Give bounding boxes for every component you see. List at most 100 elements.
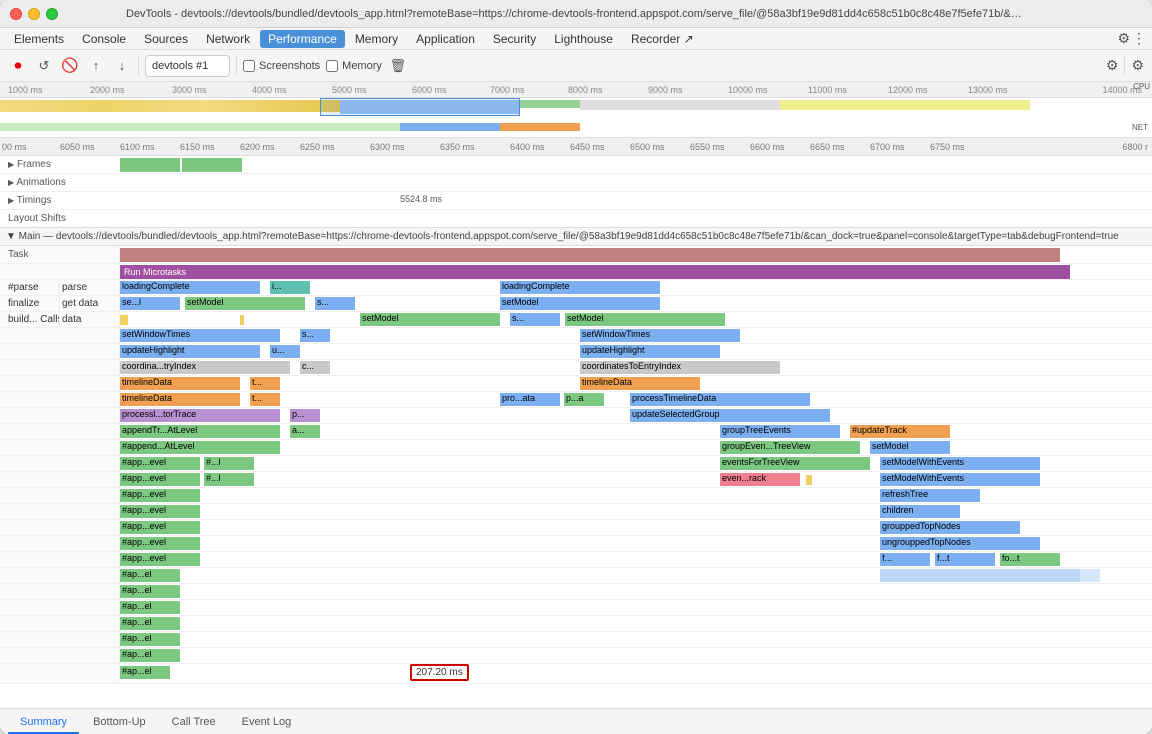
seg-pa[interactable]: p...a <box>564 393 604 406</box>
seg-apel3-1[interactable]: #ap...el <box>120 601 180 614</box>
menu-memory[interactable]: Memory <box>347 30 406 48</box>
seg-apel4-1[interactable]: #ap...el <box>120 617 180 630</box>
task-bar[interactable] <box>120 248 1060 262</box>
seg-ft[interactable]: f...t <box>935 553 995 566</box>
seg-ci-1[interactable]: coordina...tryIndex <box>120 361 290 374</box>
menu-console[interactable]: Console <box>74 30 134 48</box>
seg-t2[interactable]: t... <box>250 393 280 406</box>
seg-loadingcomplete-2[interactable]: loadingComplete <box>500 281 660 294</box>
seg-usg[interactable]: updateSelectedGroup <box>630 409 830 422</box>
seg-setmodel-2[interactable]: setModel <box>500 297 660 310</box>
seg-td1-1[interactable]: timelineData <box>120 377 240 390</box>
seg-ci-2[interactable]: coordinatesToEntryIndex <box>580 361 780 374</box>
seg-loadingcomplete-1[interactable]: loadingComplete <box>120 281 260 294</box>
memory-checkbox[interactable] <box>326 60 338 72</box>
settings-icon[interactable]: ⚙ <box>1117 30 1130 47</box>
seg-s2[interactable]: s... <box>510 313 560 326</box>
memory-checkbox-label[interactable]: Memory <box>326 60 382 72</box>
overview-chart[interactable]: NET <box>0 98 1152 138</box>
run-microtasks-bar[interactable]: Run Microtasks <box>120 265 1070 279</box>
seg-ptd[interactable]: processTimelineData <box>630 393 810 406</box>
download-button[interactable]: ↓ <box>112 56 132 76</box>
seg-swt-1[interactable]: setWindowTimes <box>120 329 280 342</box>
seg-hl1[interactable]: #...l <box>204 457 254 470</box>
upload-button[interactable]: ↑ <box>86 56 106 76</box>
seg-c1[interactable]: c... <box>300 361 330 374</box>
seg-s1[interactable]: s... <box>315 297 355 310</box>
seg-ae6-1[interactable]: #app...evel <box>120 537 200 550</box>
maximize-button[interactable] <box>46 8 58 20</box>
animations-label[interactable]: ▶ Animations <box>0 177 120 188</box>
screenshots-checkbox[interactable] <box>243 60 255 72</box>
seg-uh-2[interactable]: updateHighlight <box>580 345 720 358</box>
seg-rt[interactable]: refreshTree <box>880 489 980 502</box>
trash-button[interactable]: 🗑 <box>388 56 408 76</box>
seg-apel6-1[interactable]: #ap...el <box>120 649 180 662</box>
seg-fot-1[interactable]: #app...evel <box>120 553 200 566</box>
tab-selector[interactable]: devtools #1 <box>145 55 230 77</box>
seg-ut[interactable]: #updateTrack <box>850 425 950 438</box>
tab-call-tree[interactable]: Call Tree <box>160 712 228 734</box>
close-button[interactable] <box>10 8 22 20</box>
seg-ae2-1[interactable]: #app...evel <box>120 473 200 486</box>
seg-sel[interactable]: se...l <box>120 297 180 310</box>
menu-performance[interactable]: Performance <box>260 30 345 48</box>
seg-fo[interactable]: fo...t <box>1000 553 1060 566</box>
seg-eftv[interactable]: eventsForTreeView <box>720 457 870 470</box>
menu-network[interactable]: Network <box>198 30 258 48</box>
flame-chart-scroll[interactable]: #parse parse loadingComplete i... loadin… <box>0 280 1152 708</box>
seg-td1-2[interactable]: timelineData <box>580 377 700 390</box>
seg-getv[interactable]: groupEven...TreeView <box>720 441 860 454</box>
seg-smwe2[interactable]: setModelWithEvents <box>880 473 1040 486</box>
seg-ae4-1[interactable]: #app...evel <box>120 505 200 518</box>
tab-summary[interactable]: Summary <box>8 712 79 734</box>
seg-hl2[interactable]: #...l <box>204 473 254 486</box>
settings-icon2[interactable]: ⚙ <box>1131 57 1144 74</box>
seg-td2-1[interactable]: timelineData <box>120 393 240 406</box>
seg-p1[interactable]: p... <box>290 409 320 422</box>
more-options-icon[interactable]: ⋮ <box>1132 30 1146 47</box>
seg-uh-1[interactable]: updateHighlight <box>120 345 260 358</box>
seg-swt-2[interactable]: setWindowTimes <box>580 329 740 342</box>
refresh-button[interactable]: ↺ <box>34 56 54 76</box>
tab-bottom-up[interactable]: Bottom-Up <box>81 712 158 734</box>
screenshots-checkbox-label[interactable]: Screenshots <box>243 60 320 72</box>
seg-sm1[interactable]: setModel <box>870 441 950 454</box>
seg-apel5-1[interactable]: #ap...el <box>120 633 180 646</box>
tab-event-log[interactable]: Event Log <box>230 712 304 734</box>
clear-button[interactable]: 🚫 <box>60 56 80 76</box>
seg-apel2-1[interactable]: #ap...el <box>120 585 180 598</box>
seg-t1[interactable]: t... <box>250 377 280 390</box>
menu-sources[interactable]: Sources <box>136 30 196 48</box>
menu-lighthouse[interactable]: Lighthouse <box>546 30 621 48</box>
seg-ae1-1[interactable]: #app...evel <box>120 457 200 470</box>
capture-settings-icon[interactable]: ⚙ <box>1106 57 1119 74</box>
seg-u1[interactable]: u... <box>270 345 300 358</box>
time-badge[interactable]: 207.20 ms <box>410 664 469 681</box>
seg-ae5-1[interactable]: #app...evel <box>120 521 200 534</box>
minimize-button[interactable] <box>28 8 40 20</box>
seg-i[interactable]: i... <box>270 281 310 294</box>
seg-pt-1[interactable]: processl...torTrace <box>120 409 280 422</box>
record-button[interactable]: ⏺ <box>8 56 28 76</box>
timings-label[interactable]: ▶ Timings <box>0 195 120 206</box>
seg-setmodel-4[interactable]: setModel <box>565 313 725 326</box>
menu-elements[interactable]: Elements <box>6 30 72 48</box>
seg-ae3-1[interactable]: #app...evel <box>120 489 200 502</box>
seg-setmodel-1[interactable]: setModel <box>185 297 305 310</box>
seg-setmodel-3[interactable]: setModel <box>360 313 500 326</box>
seg-last-1[interactable]: #ap...el <box>120 666 170 679</box>
seg-erack[interactable]: even...rack <box>720 473 800 486</box>
frames-label[interactable]: ▶ Frames <box>0 159 120 170</box>
seg-ugtn[interactable]: ungrouppedTopNodes <box>880 537 1040 550</box>
seg-at-1[interactable]: appendTr...AtLevel <box>120 425 280 438</box>
seg-ch[interactable]: children <box>880 505 960 518</box>
seg-f1[interactable]: f... <box>880 553 930 566</box>
layout-shifts-label[interactable]: Layout Shifts <box>0 213 120 224</box>
seg-aal-1[interactable]: #append...AtLevel <box>120 441 280 454</box>
seg-smwe1[interactable]: setModelWithEvents <box>880 457 1040 470</box>
menu-security[interactable]: Security <box>485 30 544 48</box>
seg-gtn[interactable]: grouppedTopNodes <box>880 521 1020 534</box>
seg-proata[interactable]: pro...ata <box>500 393 560 406</box>
menu-recorder[interactable]: Recorder ↗ <box>623 30 702 48</box>
